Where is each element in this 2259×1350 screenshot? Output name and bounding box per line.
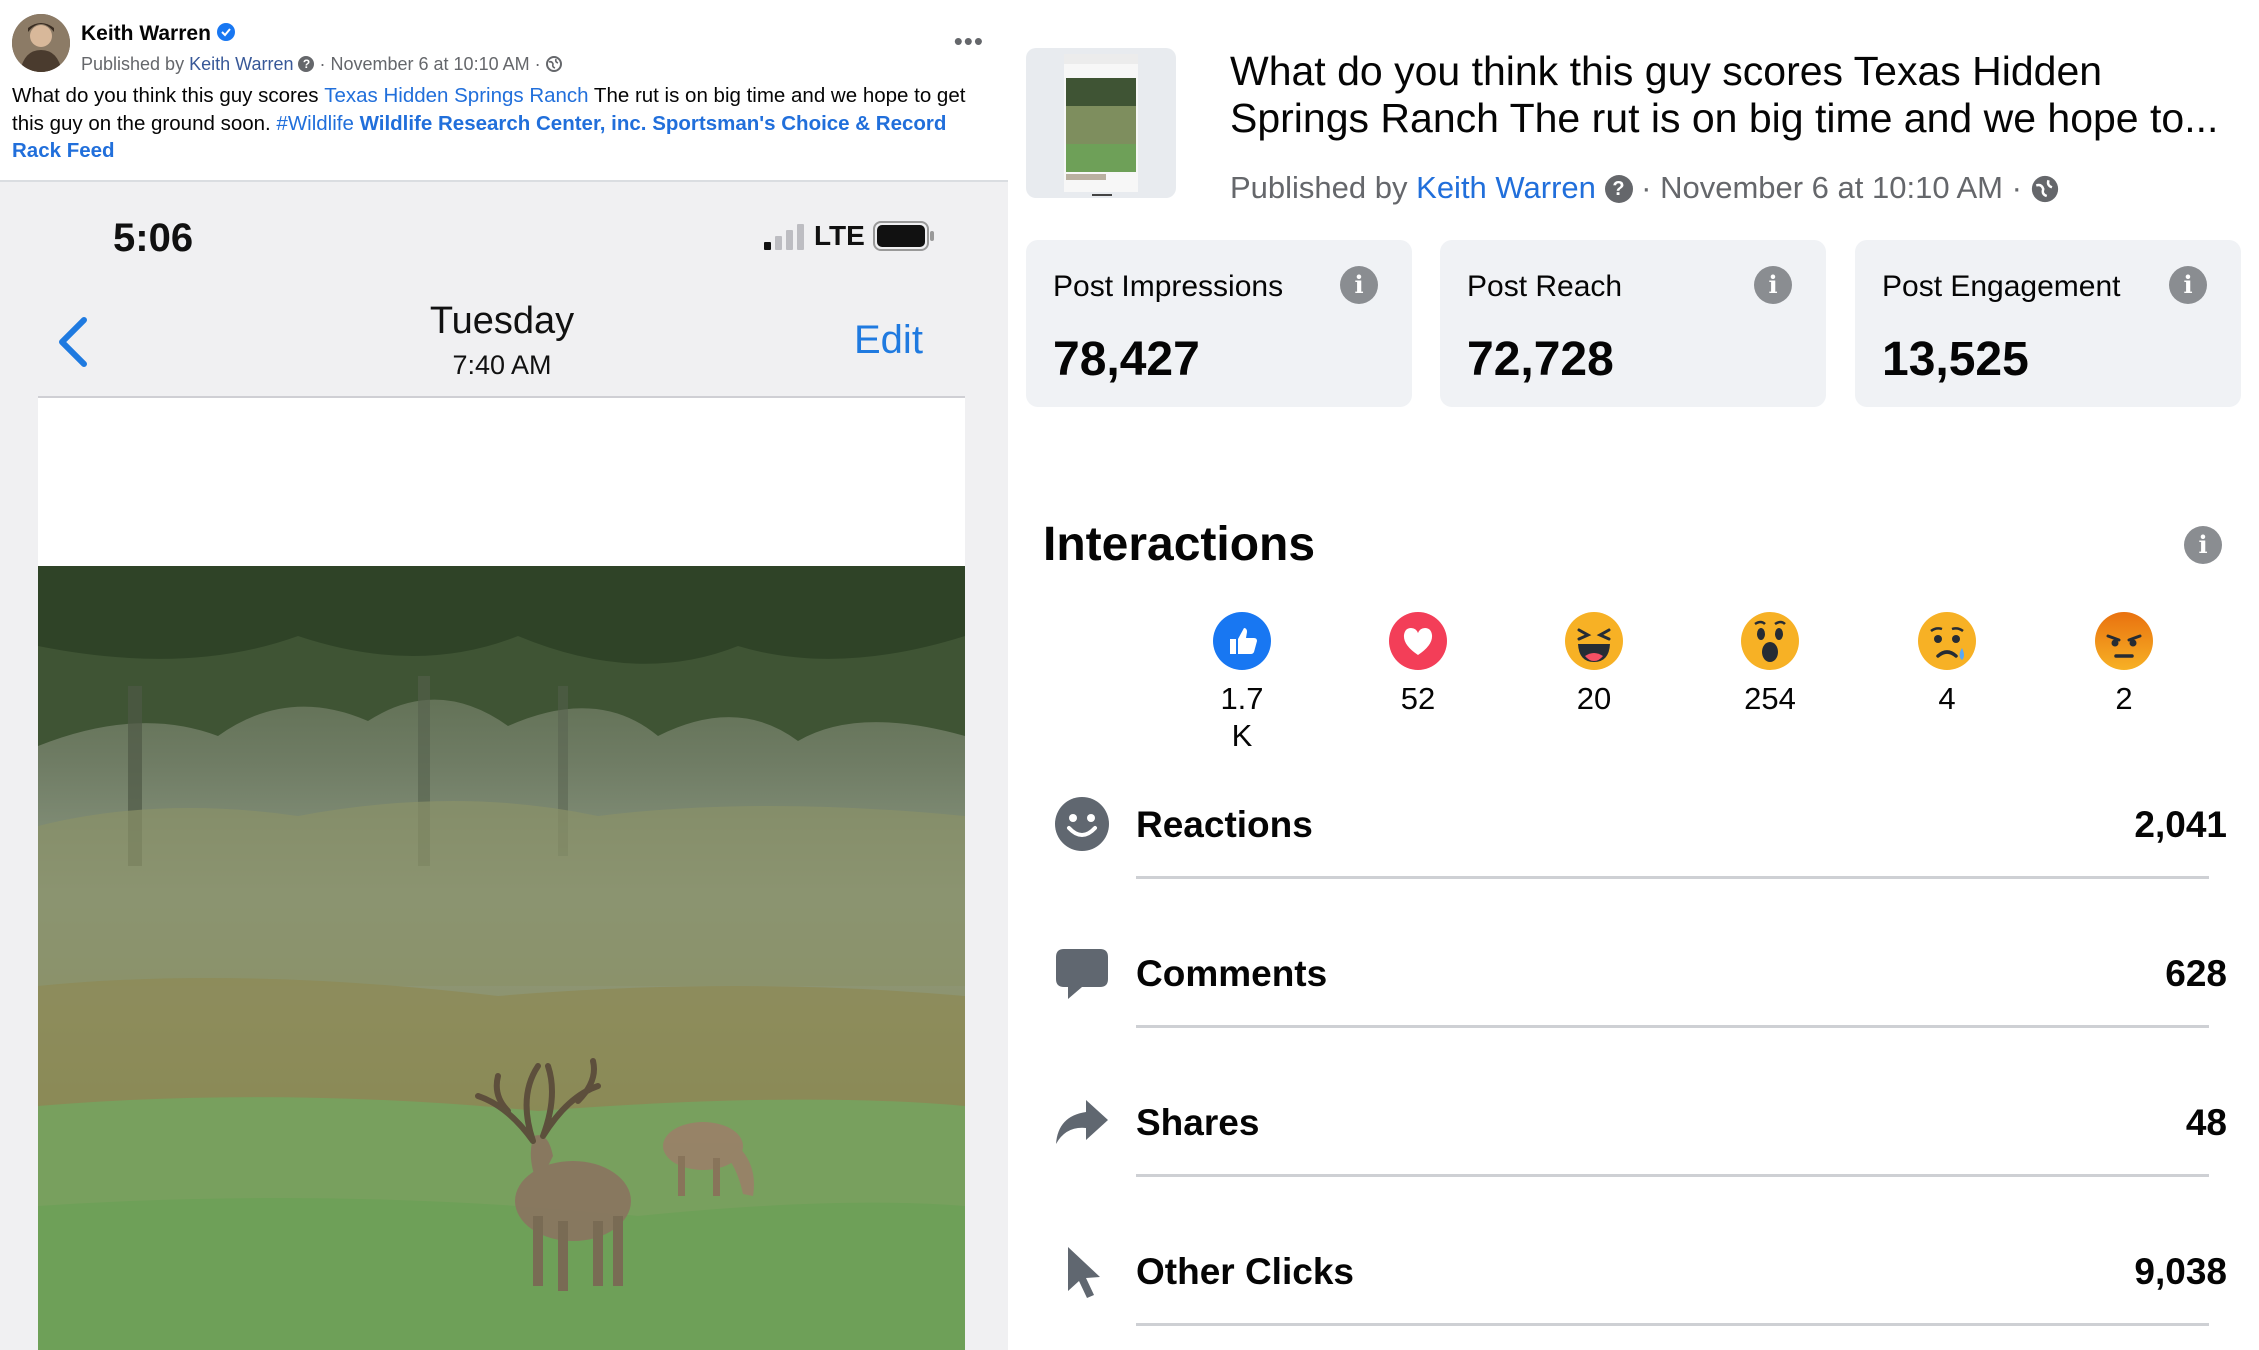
card-label: Post Reach	[1467, 270, 1623, 303]
edit-button[interactable]: Edit	[854, 318, 923, 363]
page: Keith Warren Published by Keith Warren ?…	[0, 0, 2259, 1350]
reaction-count: 52	[1400, 681, 1436, 716]
cursor-icon	[1068, 1247, 1100, 1298]
info-icon[interactable]: i	[1340, 266, 1378, 304]
card-value: 13,525	[1882, 333, 2029, 386]
metric-label: Comments	[1136, 953, 1328, 994]
metric-value: 9,038	[2134, 1251, 2227, 1292]
photo-time-subtitle: 7:40 AM	[452, 350, 552, 380]
reaction-count: 2	[2115, 681, 2133, 716]
smiley-icon	[1055, 797, 1109, 851]
metric-value: 2,041	[2134, 804, 2227, 845]
post-image[interactable]: 5:06 LTE Tuesday 7:40 AM Edit	[0, 182, 1008, 1350]
insights-post-title: What do you think this guy scores Texas …	[1230, 48, 2219, 141]
meta-prefix: Published by	[81, 54, 185, 74]
card-value: 72,728	[1467, 333, 1614, 386]
card-label: Post Impressions	[1053, 270, 1284, 303]
pub-date[interactable]: · November 6 at 10:10 AM ·	[1641, 170, 2022, 205]
reaction-sad[interactable]: 4	[1897, 612, 1997, 717]
author-name[interactable]: Keith Warren	[81, 22, 235, 46]
metric-label: Reactions	[1136, 804, 1313, 845]
divider	[1136, 1323, 2209, 1326]
reaction-angry[interactable]: 2	[2074, 612, 2174, 717]
love-icon	[1389, 612, 1447, 670]
card-post-impressions: Post Impressions i 78,427	[1026, 240, 1412, 407]
divider	[1136, 1174, 2209, 1177]
verified-badge-icon	[216, 23, 235, 42]
meta-date[interactable]: · November 6 at 10:10 AM ·	[320, 54, 541, 74]
reaction-count: 4	[1938, 681, 1956, 716]
comment-icon	[1056, 949, 1108, 999]
metric-comments[interactable]: Comments 628	[1008, 923, 2259, 1072]
post-header: Keith Warren Published by Keith Warren ?…	[12, 12, 996, 75]
reaction-count: 20	[1576, 681, 1612, 716]
share-icon	[1056, 1100, 1108, 1144]
info-icon[interactable]: i	[1754, 266, 1792, 304]
caption-hashtag[interactable]: #Wildlife	[276, 112, 353, 135]
photo-margin	[38, 398, 965, 566]
more-options-icon[interactable]: •••	[954, 26, 984, 57]
meta-author-link[interactable]: Keith Warren	[189, 54, 293, 74]
post-meta: Published by Keith Warren ? · November 6…	[81, 54, 562, 75]
help-icon[interactable]: ?	[1604, 174, 1633, 203]
card-label: Post Engagement	[1882, 270, 2121, 303]
metric-other-clicks[interactable]: Other Clicks 9,038	[1008, 1221, 2259, 1350]
author-name-text[interactable]: Keith Warren	[81, 22, 211, 45]
signal-icon	[764, 224, 804, 250]
metric-value: 628	[2165, 953, 2227, 994]
reaction-count: 1.7K	[1220, 681, 1264, 753]
phone-clock: 5:06	[113, 216, 194, 260]
phone-status-bar: LTE	[764, 220, 935, 252]
post-insights-panel: What do you think this guy scores Texas …	[1008, 0, 2259, 1350]
insights-post-meta: Published by Keith Warren ? · November 6…	[1230, 170, 2059, 206]
card-post-engagement: Post Engagement i 13,525	[1855, 240, 2241, 407]
globe-icon	[545, 56, 562, 73]
info-icon[interactable]: i	[2169, 266, 2207, 304]
reaction-love[interactable]: 52	[1368, 612, 1468, 717]
like-icon	[1213, 612, 1271, 670]
post-caption: What do you think this guy scores Texas …	[12, 82, 996, 165]
metric-shares[interactable]: Shares 48	[1008, 1072, 2259, 1221]
caption-link-ranch[interactable]: Texas Hidden Springs Ranch	[324, 84, 588, 107]
avatar[interactable]	[12, 14, 70, 72]
divider	[1136, 876, 2209, 879]
sad-icon	[1918, 612, 1976, 670]
battery-icon	[872, 221, 934, 251]
info-icon[interactable]: i	[2184, 526, 2222, 564]
metric-label: Other Clicks	[1136, 1251, 1354, 1292]
reaction-like[interactable]: 1.7K	[1192, 612, 1292, 754]
pub-author-link[interactable]: Keith Warren	[1416, 170, 1596, 205]
metric-value: 48	[2185, 1102, 2227, 1143]
angry-icon	[2095, 612, 2153, 670]
card-post-reach: Post Reach i 72,728	[1440, 240, 1826, 407]
card-value: 78,427	[1053, 333, 1200, 386]
caption-text: What do you think this guy scores	[12, 84, 325, 107]
network-label: LTE	[814, 220, 865, 251]
wow-icon	[1741, 612, 1799, 670]
interactions-heading: Interactions	[1043, 518, 1316, 571]
post-thumbnail[interactable]	[1026, 48, 1176, 198]
help-icon[interactable]: ?	[298, 56, 315, 73]
metric-reactions[interactable]: Reactions 2,041	[1008, 774, 2259, 923]
globe-icon	[2031, 175, 2058, 202]
reaction-wow[interactable]: 254	[1720, 612, 1820, 717]
deer-photo[interactable]	[38, 566, 965, 1350]
divider	[1136, 1025, 2209, 1028]
photo-date-title: Tuesday	[429, 300, 575, 342]
facebook-post: Keith Warren Published by Keith Warren ?…	[0, 0, 1008, 1350]
back-chevron-icon[interactable]	[56, 316, 90, 368]
haha-icon	[1565, 612, 1623, 670]
pub-prefix: Published by	[1230, 170, 1408, 205]
reaction-haha[interactable]: 20	[1544, 612, 1644, 717]
reaction-count: 254	[1744, 681, 1796, 716]
metric-label: Shares	[1136, 1102, 1260, 1143]
